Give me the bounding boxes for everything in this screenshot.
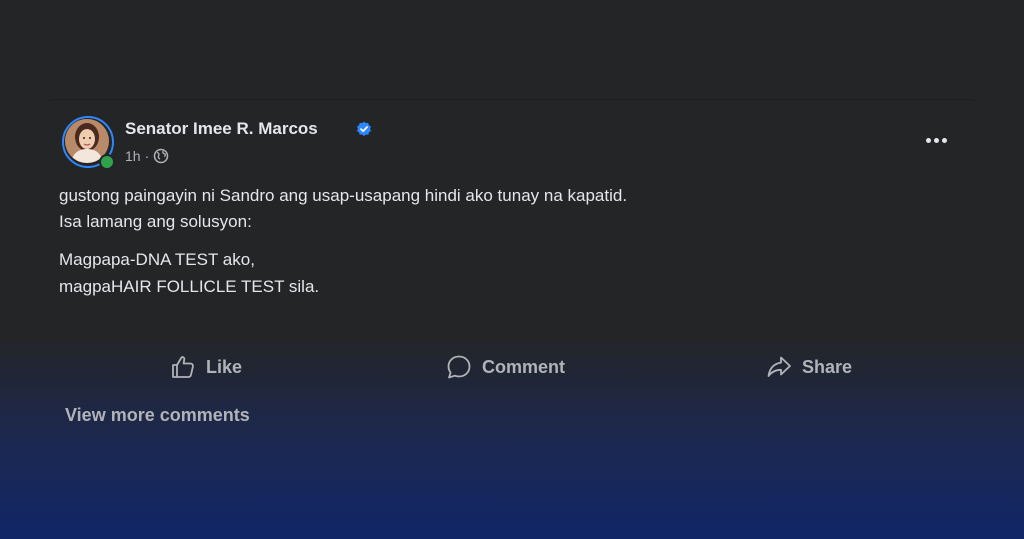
- post-text-line: Magpapa-DNA TEST ako,: [59, 250, 255, 269]
- author-name[interactable]: Senator Imee R. Marcos: [125, 119, 318, 139]
- more-options-button[interactable]: [918, 128, 954, 152]
- like-button[interactable]: Like: [170, 350, 242, 384]
- post-text-line: Isa lamang ang solusyon:: [59, 212, 252, 231]
- meta-separator: ·: [144, 148, 150, 164]
- share-button[interactable]: Share: [766, 350, 852, 384]
- comment-label: Comment: [482, 356, 566, 377]
- verified-badge-icon: [357, 121, 371, 136]
- comment-button[interactable]: Comment: [446, 350, 565, 384]
- page-background: [0, 0, 1024, 100]
- like-label: Like: [206, 356, 243, 377]
- post-text-line: magpaHAIR FOLLICLE TEST sila.: [59, 277, 320, 296]
- comment-bubble-icon: [447, 355, 471, 379]
- thumbs-up-icon: [172, 356, 194, 378]
- share-label: Share: [802, 356, 853, 377]
- post-text-line: gustong paingayin ni Sandro ang usap-usa…: [59, 186, 628, 205]
- post-meta: 1h ·: [125, 147, 169, 165]
- more-options-icon: [925, 137, 931, 143]
- online-status-icon: [99, 154, 115, 170]
- globe-icon[interactable]: [153, 148, 169, 164]
- view-more-comments-link[interactable]: View more comments: [65, 405, 250, 426]
- author-avatar[interactable]: [62, 116, 115, 170]
- share-arrow-icon: [767, 356, 791, 377]
- post-timestamp[interactable]: 1h: [125, 148, 141, 164]
